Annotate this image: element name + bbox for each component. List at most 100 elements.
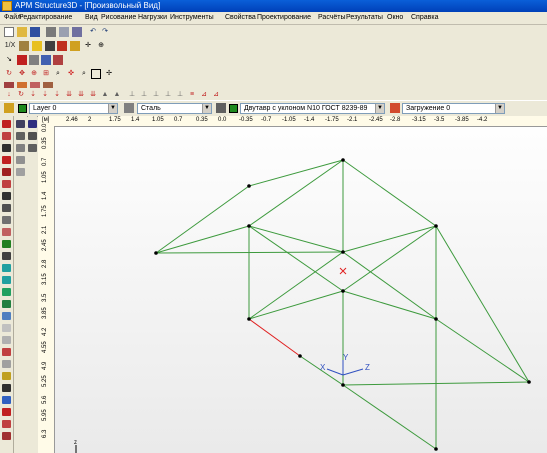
torus-icon[interactable] xyxy=(2,360,11,368)
layer-select[interactable]: Layer 0 ▼ xyxy=(29,103,118,114)
calc-icon[interactable]: ≡ xyxy=(187,90,197,100)
beam-element[interactable] xyxy=(155,185,250,254)
beam-element[interactable] xyxy=(248,159,344,187)
mesh-icon[interactable] xyxy=(41,55,51,65)
bracket-icon[interactable] xyxy=(2,432,11,440)
extrude-icon[interactable] xyxy=(2,372,11,380)
arc-icon[interactable] xyxy=(2,252,11,260)
node[interactable] xyxy=(341,289,345,293)
shell-icon[interactable] xyxy=(2,264,11,272)
material-icon[interactable] xyxy=(124,103,134,113)
node[interactable] xyxy=(247,184,251,188)
beam-element[interactable] xyxy=(155,225,250,254)
zoom-in-icon[interactable]: ⊕ xyxy=(29,69,39,79)
print-icon[interactable] xyxy=(46,27,56,37)
results-icon[interactable]: ⊿ xyxy=(199,90,209,100)
node[interactable] xyxy=(434,447,438,451)
node-tool-icon[interactable] xyxy=(2,156,11,164)
hide-icon[interactable] xyxy=(28,132,37,140)
loading-icon[interactable] xyxy=(390,103,400,113)
node[interactable] xyxy=(527,380,531,384)
redo-icon[interactable]: ↷ xyxy=(100,27,110,37)
beam-element[interactable] xyxy=(342,384,437,450)
box-icon[interactable] xyxy=(2,312,11,320)
sweep-icon[interactable] xyxy=(2,396,11,404)
display-icon[interactable] xyxy=(45,41,55,51)
temp-load-icon[interactable]: ▲ xyxy=(100,90,110,100)
menu-view[interactable]: Вид xyxy=(85,14,98,21)
beam-element[interactable] xyxy=(248,225,344,292)
beam-element[interactable] xyxy=(248,225,344,253)
node[interactable] xyxy=(434,224,438,228)
copy-icon[interactable] xyxy=(72,27,82,37)
draw-element-icon[interactable] xyxy=(17,55,27,65)
model-canvas[interactable]: Y Z Xz xyxy=(55,127,547,453)
constraint-icon[interactable] xyxy=(2,420,11,428)
menu-calc[interactable]: Расчёты xyxy=(318,14,346,21)
print-preview-icon[interactable] xyxy=(59,27,69,37)
view-top-icon[interactable] xyxy=(16,144,25,152)
extend-icon[interactable] xyxy=(2,192,11,200)
zoom-window-icon[interactable]: ⊞ xyxy=(41,69,51,79)
dist-load-icon[interactable]: ⇊ xyxy=(64,90,74,100)
cross-icon[interactable]: ✛ xyxy=(83,41,93,51)
beam-element[interactable] xyxy=(342,159,437,227)
mirror-icon[interactable] xyxy=(2,216,11,224)
menu-help[interactable]: Справка xyxy=(411,14,438,21)
fit-icon[interactable]: ✢ xyxy=(104,69,114,79)
beam-element[interactable] xyxy=(435,318,530,383)
lock-icon[interactable] xyxy=(70,41,80,51)
menu-loads[interactable]: Нагрузки xyxy=(138,14,167,21)
revolve-icon[interactable] xyxy=(2,384,11,392)
menu-edit[interactable]: Редактирование xyxy=(19,14,72,21)
solid-icon[interactable] xyxy=(2,276,11,284)
beam-element[interactable] xyxy=(248,290,344,320)
element-tool-icon[interactable] xyxy=(2,168,11,176)
tool-icon[interactable] xyxy=(19,41,29,51)
roller-icon[interactable]: ⊥ xyxy=(175,90,185,100)
pin-icon[interactable]: ⊥ xyxy=(151,90,161,100)
beam-element[interactable] xyxy=(342,225,437,292)
new-file-icon[interactable] xyxy=(4,27,14,37)
selected-beam-element[interactable] xyxy=(248,318,301,357)
snap-icon[interactable]: ⊕ xyxy=(96,41,106,51)
select-window-icon[interactable] xyxy=(2,132,11,140)
open-folder-icon[interactable] xyxy=(17,27,27,37)
loading-select[interactable]: Загружение 0 ▼ xyxy=(402,103,505,114)
plate-icon[interactable] xyxy=(29,55,39,65)
menu-properties[interactable]: Свойства xyxy=(225,14,256,21)
beam-element[interactable] xyxy=(248,159,344,227)
layer-manager-icon[interactable] xyxy=(4,103,14,113)
section-select[interactable]: Двутавр с уклоном N10 ГОСТ 8239-89 ▼ xyxy=(240,103,385,114)
sphere-icon[interactable] xyxy=(2,336,11,344)
load-y-icon[interactable]: ⇣ xyxy=(40,90,50,100)
view-iso-icon[interactable] xyxy=(16,156,25,164)
save-icon[interactable] xyxy=(30,27,40,37)
menu-tools[interactable]: Инструменты xyxy=(170,14,214,21)
node[interactable] xyxy=(341,158,345,162)
magnifier-icon[interactable]: ⌕ xyxy=(79,69,89,79)
menu-window[interactable]: Окно xyxy=(387,14,403,21)
menu-design[interactable]: Проектирование xyxy=(257,14,311,21)
rotate-icon[interactable]: ↻ xyxy=(4,69,14,79)
menu-results[interactable]: Результаты xyxy=(346,14,383,21)
view-persp-icon[interactable] xyxy=(16,168,25,176)
beam-element[interactable] xyxy=(342,290,437,320)
node[interactable] xyxy=(341,383,345,387)
force-icon[interactable]: ↓ xyxy=(4,90,14,100)
cone-icon[interactable] xyxy=(2,348,11,356)
node[interactable] xyxy=(247,317,251,321)
divide-icon[interactable] xyxy=(2,180,11,188)
view-front-icon[interactable] xyxy=(16,120,25,128)
pressure-icon[interactable]: ▲ xyxy=(112,90,122,100)
support-load-icon[interactable]: ⊥ xyxy=(127,90,137,100)
surface-icon[interactable] xyxy=(2,300,11,308)
load-z-icon[interactable]: ⇣ xyxy=(52,90,62,100)
layers-icon[interactable] xyxy=(28,120,37,128)
beam-element[interactable] xyxy=(342,225,437,253)
moment-icon[interactable]: ↻ xyxy=(16,90,26,100)
undo-icon[interactable]: ↶ xyxy=(88,27,98,37)
zoom-icon[interactable]: ⌕ xyxy=(53,69,63,79)
show-icon[interactable] xyxy=(28,144,37,152)
pointer-icon[interactable] xyxy=(2,144,11,152)
